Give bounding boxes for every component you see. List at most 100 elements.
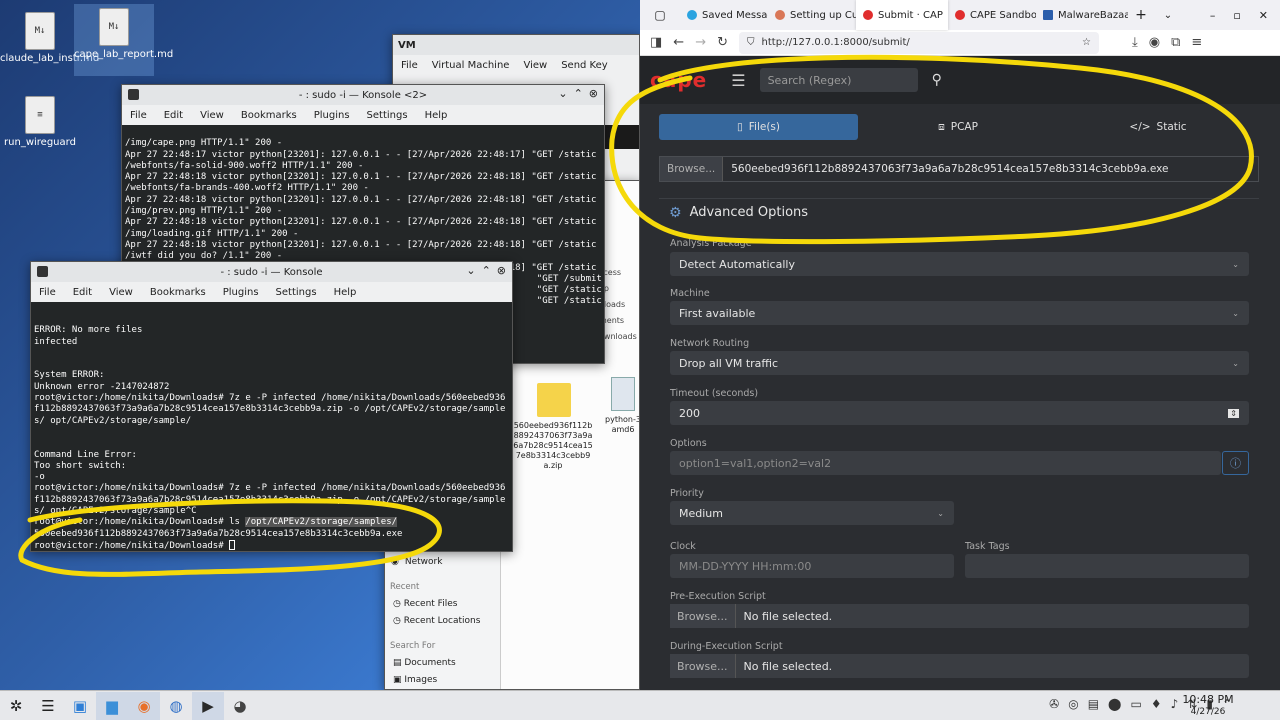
options-input[interactable]: option1=val1,option2=val2	[670, 451, 1221, 475]
firefox-icon[interactable]: ◉	[128, 691, 160, 720]
konsole1-terminal[interactable]: ERROR: No more files infected System ERRO…	[31, 302, 512, 551]
browse-button[interactable]: Browse...	[660, 157, 724, 181]
clock[interactable]: 10:48 PM 4/27/26	[1176, 694, 1240, 718]
discover-icon[interactable]: ▣	[64, 692, 96, 720]
menu-edit[interactable]: Edit	[73, 287, 92, 298]
fm-search-documents[interactable]: ▤ Documents	[393, 658, 456, 668]
show-desktop-icon[interactable]	[1254, 698, 1270, 714]
tab-overview-icon[interactable]: ▢	[640, 8, 680, 22]
dolphin-icon[interactable]: ▆	[96, 691, 128, 720]
menu-view[interactable]: View	[523, 60, 547, 71]
menu-bookmarks[interactable]: Bookmarks	[241, 110, 297, 121]
menu-file[interactable]: File	[401, 60, 418, 71]
machine-select[interactable]: First available ⌄	[670, 301, 1249, 325]
menu-virtual-machine[interactable]: Virtual Machine	[432, 60, 510, 71]
close-icon[interactable]: ✕	[1259, 9, 1268, 22]
close-icon[interactable]: ⊗	[497, 264, 506, 277]
clock-input[interactable]: MM-DD-YYYY HH:mm:00	[670, 554, 954, 578]
search-icon[interactable]: ⚲	[932, 72, 942, 88]
tab-malwarebazaar[interactable]: MalwareBazaa	[1036, 0, 1128, 30]
back-icon[interactable]: ←	[673, 35, 684, 50]
analysis-package-select[interactable]: Detect Automatically ⌄	[670, 252, 1249, 276]
file-upload-field[interactable]: Browse... 560eebed936f112b8892437063f73a…	[659, 156, 1259, 182]
menu-plugins[interactable]: Plugins	[223, 287, 259, 298]
task-manager-icon[interactable]: ☰	[32, 692, 64, 720]
menu-view[interactable]: View	[200, 110, 224, 121]
new-tab-icon[interactable]: +	[1128, 7, 1154, 23]
tray-bug-icon[interactable]: ✇	[1049, 697, 1059, 711]
fm-recent-locations[interactable]: ◷ Recent Locations	[393, 616, 480, 626]
fm-file-python[interactable]: python-3 amd6	[605, 377, 639, 435]
timeout-input[interactable]: 200 ⇕	[670, 401, 1249, 425]
stepper-icon[interactable]: ⇕	[1228, 408, 1239, 418]
konsole-icon[interactable]: ▶	[192, 691, 224, 720]
tab-files[interactable]: ▯ File(s)	[659, 114, 858, 140]
desktop-icon-run-wireguard[interactable]: ≡ run_wireguard	[0, 92, 80, 148]
hamburger-icon[interactable]: ☰	[731, 71, 745, 90]
fm-place-network[interactable]: ◉ Network	[391, 557, 442, 567]
url-bar[interactable]: ⛉ http://127.0.0.1:8000/submit/ ☆	[739, 31, 1100, 54]
browse-button[interactable]: Browse...	[670, 604, 736, 628]
menu-send-key[interactable]: Send Key	[561, 60, 608, 71]
menu-file[interactable]: File	[130, 110, 147, 121]
reload-icon[interactable]: ↻	[717, 35, 728, 50]
close-icon[interactable]: ⊗	[589, 87, 598, 100]
tab-cape-sandbox[interactable]: CAPE Sandbox	[948, 0, 1036, 30]
maximize-icon[interactable]: ⌃	[574, 87, 583, 100]
tab-static[interactable]: </> Static	[1058, 114, 1258, 140]
tray-steam-icon[interactable]: ◎	[1068, 697, 1078, 711]
info-icon[interactable]: ⓘ	[1222, 451, 1249, 475]
forward-icon[interactable]: →	[695, 35, 706, 50]
cape-logo[interactable]: cape	[650, 68, 707, 92]
wireguard-icon[interactable]: ◍	[160, 692, 192, 720]
bookmark-star-icon[interactable]: ☆	[1082, 37, 1091, 48]
network-routing-select[interactable]: Drop all VM traffic ⌄	[670, 351, 1249, 375]
fm-file-zip[interactable]: 560eebed936f112b8892437063f73a9a6a7b28c9…	[513, 383, 595, 471]
menu-help[interactable]: Help	[425, 110, 448, 121]
tab-list-chevron-icon[interactable]: ⌄	[1154, 10, 1182, 21]
maximize-icon[interactable]: ⌃	[482, 264, 491, 277]
tray-clipboard-icon[interactable]: ▤	[1088, 697, 1099, 711]
desktop-icon-claude-lab[interactable]: M↓ claude_lab_instr.md	[0, 8, 99, 64]
minimize-icon[interactable]: ⌄	[466, 264, 475, 277]
account-icon[interactable]: ◉	[1149, 35, 1160, 50]
maximize-icon[interactable]: ▫	[1233, 9, 1240, 22]
konsole1-titlebar[interactable]: - : sudo -i — Konsole ⌄ ⌃ ⊗	[31, 262, 512, 282]
fm-file-zip-label: 560eebed936f112b8892437063f73a9a6a7b28c9…	[513, 421, 593, 470]
menu-settings[interactable]: Settings	[367, 110, 408, 121]
menu-icon[interactable]: ≡	[1191, 35, 1202, 50]
minimize-icon[interactable]: ⌄	[558, 87, 567, 100]
search-input[interactable]: Search (Regex)	[759, 68, 918, 92]
virt-manager-icon[interactable]: ◕	[224, 692, 256, 720]
menu-plugins[interactable]: Plugins	[314, 110, 350, 121]
konsole2-titlebar[interactable]: - : sudo -i — Konsole <2> ⌄ ⌃ ⊗	[122, 85, 604, 105]
tab-pcap[interactable]: ⧈ PCAP	[858, 114, 1058, 140]
menu-file[interactable]: File	[39, 287, 56, 298]
priority-select[interactable]: Medium ⌄	[670, 501, 954, 525]
minimize-icon[interactable]: –	[1210, 9, 1216, 22]
tab-submit-cape[interactable]: Submit · CAP✕	[856, 0, 948, 30]
pre-exec-file-input[interactable]: Browse... No file selected.	[670, 604, 1249, 628]
tray-bulb-icon[interactable]: ♦	[1151, 697, 1162, 711]
menu-help[interactable]: Help	[334, 287, 357, 298]
task-tags-input[interactable]	[965, 554, 1249, 578]
menu-view[interactable]: View	[109, 287, 133, 298]
advanced-options-header[interactable]: ⚙ Advanced Options	[659, 198, 1259, 226]
fm-search-images[interactable]: ▣ Images	[393, 675, 437, 685]
tray-display-icon[interactable]: ▭	[1130, 697, 1141, 711]
malwarebazaar-icon	[1043, 10, 1053, 20]
menu-settings[interactable]: Settings	[276, 287, 317, 298]
tab-saved-messages[interactable]: Saved Messag	[680, 0, 768, 30]
tray-updates-icon[interactable]: ⬤	[1108, 697, 1121, 711]
downloads-icon[interactable]: ⤓	[1132, 35, 1138, 50]
extensions-icon[interactable]: ⧉	[1171, 35, 1180, 50]
menu-edit[interactable]: Edit	[164, 110, 183, 121]
browse-button[interactable]: Browse...	[670, 654, 736, 678]
sidebar-icon[interactable]: ◨	[650, 35, 662, 50]
desktop-icon-cape-report[interactable]: M↓ cape_lab_report.md	[74, 4, 173, 76]
app-launcher-icon[interactable]: ✲	[0, 692, 32, 720]
tab-setting-up[interactable]: Setting up Cu	[768, 0, 856, 30]
menu-bookmarks[interactable]: Bookmarks	[150, 287, 206, 298]
during-exec-file-input[interactable]: Browse... No file selected.	[670, 654, 1249, 678]
fm-recent-files[interactable]: ◷ Recent Files	[393, 599, 457, 609]
